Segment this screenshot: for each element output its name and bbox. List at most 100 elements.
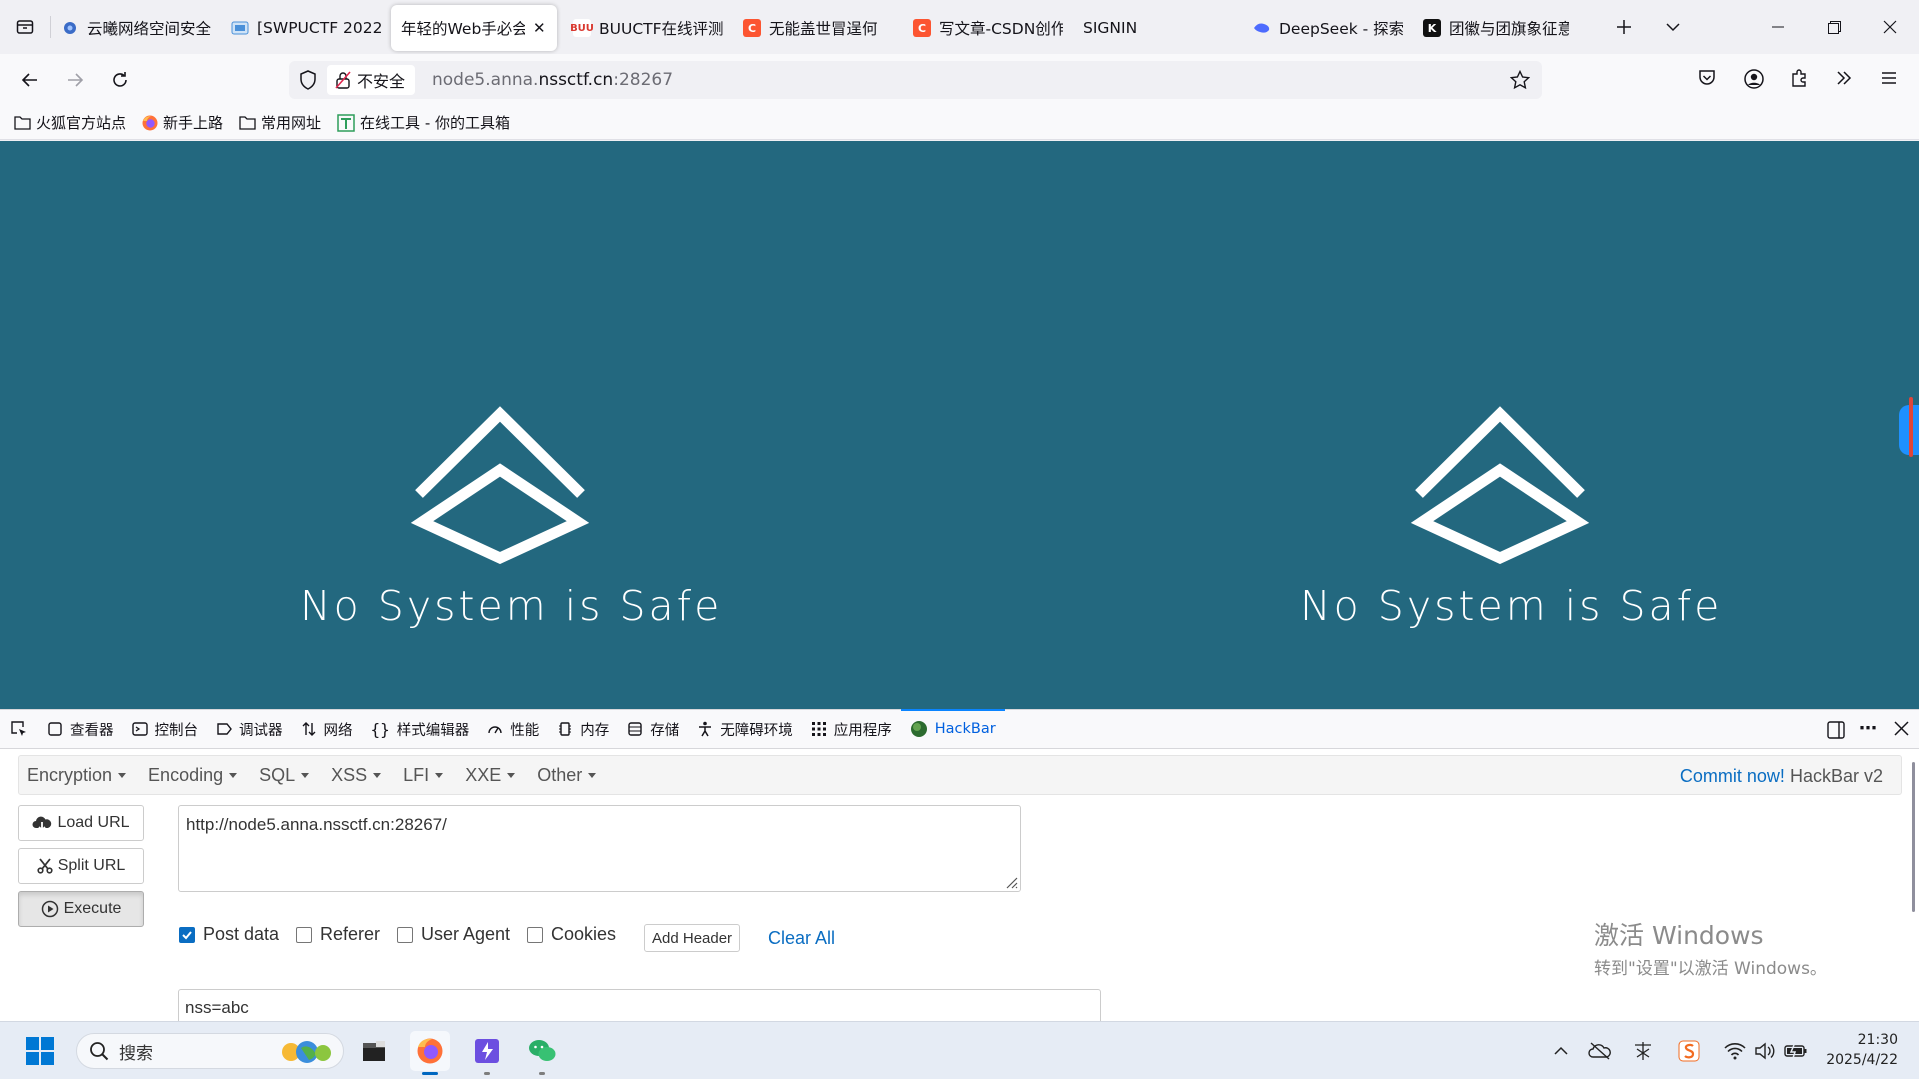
visual-studio-icon[interactable] bbox=[467, 1031, 507, 1075]
bookmark-item[interactable]: 新手上路 bbox=[142, 112, 223, 133]
split-url-button[interactable]: Split URL bbox=[18, 848, 144, 884]
new-tab-icon[interactable] bbox=[1608, 11, 1640, 43]
taskbar-clock[interactable]: 21:30 2025/4/22 bbox=[1826, 1030, 1898, 1070]
bookmark-item[interactable]: 在线工具 - 你的工具箱 bbox=[337, 112, 510, 133]
close-window-icon[interactable] bbox=[1862, 0, 1918, 54]
referer-checkbox[interactable]: Referer bbox=[296, 924, 380, 945]
url-textarea[interactable]: http://node5.anna.nssctf.cn:28267/ bbox=[178, 805, 1021, 892]
chevron-down-icon[interactable] bbox=[1657, 11, 1689, 43]
bookmark-label: 常用网址 bbox=[261, 114, 322, 132]
volume-icon[interactable] bbox=[1752, 1038, 1778, 1064]
dock-side-icon[interactable] bbox=[1826, 720, 1846, 740]
menu-lfi[interactable]: LFI bbox=[395, 765, 457, 786]
more-options-icon[interactable]: ⋯ bbox=[1859, 718, 1877, 739]
devtools-tab-debugger[interactable]: 调试器 bbox=[207, 710, 292, 748]
devtools-tab-hackbar[interactable]: HackBar bbox=[900, 709, 1005, 748]
checkbox-unchecked-icon[interactable] bbox=[527, 926, 543, 943]
devtools-tab-storage[interactable]: 存储 bbox=[618, 710, 688, 748]
browser-tab[interactable]: BUU BUUCTF在线评测 bbox=[563, 5, 733, 51]
taskbar-search-box[interactable]: 搜索 bbox=[76, 1033, 344, 1069]
devtools-tab-accessibility[interactable]: 无障碍环境 bbox=[688, 710, 802, 748]
hamburger-menu-icon[interactable] bbox=[1879, 68, 1899, 88]
restore-icon[interactable] bbox=[1806, 0, 1862, 54]
menu-xxe[interactable]: XXE bbox=[457, 765, 529, 786]
reload-icon[interactable] bbox=[104, 64, 136, 96]
tab-title: SIGNIN bbox=[1083, 19, 1138, 37]
menu-other[interactable]: Other bbox=[529, 765, 610, 786]
connection-insecure-badge[interactable]: 不安全 bbox=[327, 65, 416, 95]
menu-xss[interactable]: XSS bbox=[323, 765, 395, 786]
search-placeholder: 搜索 bbox=[119, 1043, 153, 1064]
checkbox-unchecked-icon[interactable] bbox=[296, 926, 312, 943]
forward-icon[interactable] bbox=[59, 64, 91, 96]
url-text[interactable]: node5.anna.nssctf.cn:28267 bbox=[432, 61, 673, 99]
browser-tab[interactable]: [SWPUCTF 2022 bbox=[221, 5, 391, 51]
sogou-icon[interactable] bbox=[1676, 1038, 1702, 1064]
bookmark-item[interactable]: 火狐官方站点 bbox=[14, 112, 126, 133]
tab-title: 写文章-CSDN创作 bbox=[939, 20, 1063, 38]
start-icon[interactable] bbox=[20, 1031, 60, 1071]
devtools-tab-network[interactable]: 网络 bbox=[292, 710, 362, 748]
tab-list-icon[interactable] bbox=[0, 0, 50, 54]
close-tab-icon[interactable]: ✕ bbox=[533, 19, 546, 37]
devtools-tab-style-editor[interactable]: {} 样式编辑器 bbox=[362, 710, 479, 748]
devtools-tab-label: 样式编辑器 bbox=[396, 722, 470, 739]
browser-tab[interactable]: DeepSeek - 探索 bbox=[1243, 5, 1413, 51]
load-url-button[interactable]: Load URL bbox=[18, 805, 144, 841]
onedrive-offline-icon[interactable] bbox=[1587, 1038, 1613, 1064]
wechat-icon[interactable] bbox=[522, 1031, 562, 1075]
bookmark-item[interactable]: 常用网址 bbox=[239, 112, 321, 133]
floating-side-widget[interactable] bbox=[1899, 397, 1919, 457]
address-bar[interactable]: 不安全 node5.anna.nssctf.cn:28267 bbox=[289, 61, 1542, 99]
devtools-tab-memory[interactable]: 内存 bbox=[548, 710, 618, 748]
tracking-protection-icon[interactable] bbox=[299, 70, 317, 90]
wifi-icon[interactable] bbox=[1722, 1038, 1748, 1064]
back-icon[interactable] bbox=[14, 64, 46, 96]
browser-tab-active[interactable]: 年轻的Web手必会 ✕ bbox=[391, 5, 557, 51]
panel-scrollbar[interactable] bbox=[1912, 762, 1915, 912]
browser-tab[interactable]: K 团徽与团旗象征意 bbox=[1413, 5, 1579, 51]
kimi-logo-icon: K bbox=[1423, 19, 1441, 37]
page-viewport: No System is Safe No System is Safe bbox=[0, 141, 1919, 709]
browser-tab[interactable]: SIGNIN bbox=[1073, 5, 1243, 51]
execute-button[interactable]: Execute bbox=[18, 891, 144, 927]
minimize-icon[interactable] bbox=[1750, 0, 1806, 54]
user-agent-checkbox[interactable]: User Agent bbox=[397, 924, 510, 945]
checkbox-checked-icon[interactable] bbox=[179, 926, 195, 943]
bookmark-star-icon[interactable] bbox=[1510, 70, 1530, 90]
post-data-checkbox[interactable]: Post data bbox=[179, 924, 279, 945]
inspector-icon bbox=[47, 721, 63, 737]
tray-chevron-up-icon[interactable] bbox=[1548, 1038, 1574, 1064]
devtools-tab-performance[interactable]: 性能 bbox=[478, 710, 548, 748]
cookies-checkbox[interactable]: Cookies bbox=[527, 924, 616, 945]
battery-icon[interactable] bbox=[1783, 1038, 1809, 1064]
devtools-tab-inspector[interactable]: 查看器 bbox=[38, 710, 123, 748]
menu-encryption[interactable]: Encryption bbox=[19, 765, 140, 786]
nss-logo-right: No System is Safe bbox=[1300, 406, 1719, 630]
browser-tab[interactable]: C 无能盖世冒逞何 bbox=[733, 5, 903, 51]
pocket-icon[interactable] bbox=[1697, 68, 1717, 88]
resize-grip-icon[interactable] bbox=[1004, 875, 1018, 889]
devtools-tab-label: 无障碍环境 bbox=[720, 722, 793, 739]
browser-tab[interactable]: C 写文章-CSDN创作 bbox=[903, 5, 1073, 51]
element-picker-icon[interactable] bbox=[0, 710, 38, 748]
checkbox-unchecked-icon[interactable] bbox=[397, 926, 413, 943]
menu-sql[interactable]: SQL bbox=[251, 765, 323, 786]
hackbar-panel: Encryption Encoding SQL XSS LFI XXE Othe… bbox=[0, 749, 1919, 1029]
account-icon[interactable] bbox=[1743, 68, 1765, 90]
ime-icon[interactable] bbox=[1630, 1038, 1656, 1064]
commit-now-link[interactable]: Commit now! bbox=[1680, 766, 1785, 786]
browser-tab[interactable]: 云曦网络空间安全 bbox=[51, 5, 221, 51]
overflow-chevrons-icon[interactable] bbox=[1834, 68, 1854, 88]
firefox-taskbar-icon[interactable] bbox=[410, 1031, 450, 1075]
menu-encoding[interactable]: Encoding bbox=[140, 765, 251, 786]
devtools-tab-application[interactable]: 应用程序 bbox=[802, 710, 901, 748]
clear-all-link[interactable]: Clear All bbox=[768, 924, 835, 952]
tab-title: [SWPUCTF 2022 bbox=[257, 19, 381, 37]
extensions-icon[interactable] bbox=[1789, 68, 1809, 88]
tab-title: 云曦网络空间安全 bbox=[87, 20, 211, 38]
file-explorer-icon[interactable] bbox=[354, 1031, 394, 1071]
add-header-button[interactable]: Add Header bbox=[644, 924, 741, 952]
devtools-tab-console[interactable]: 控制台 bbox=[123, 710, 208, 748]
close-devtools-icon[interactable] bbox=[1894, 721, 1909, 736]
